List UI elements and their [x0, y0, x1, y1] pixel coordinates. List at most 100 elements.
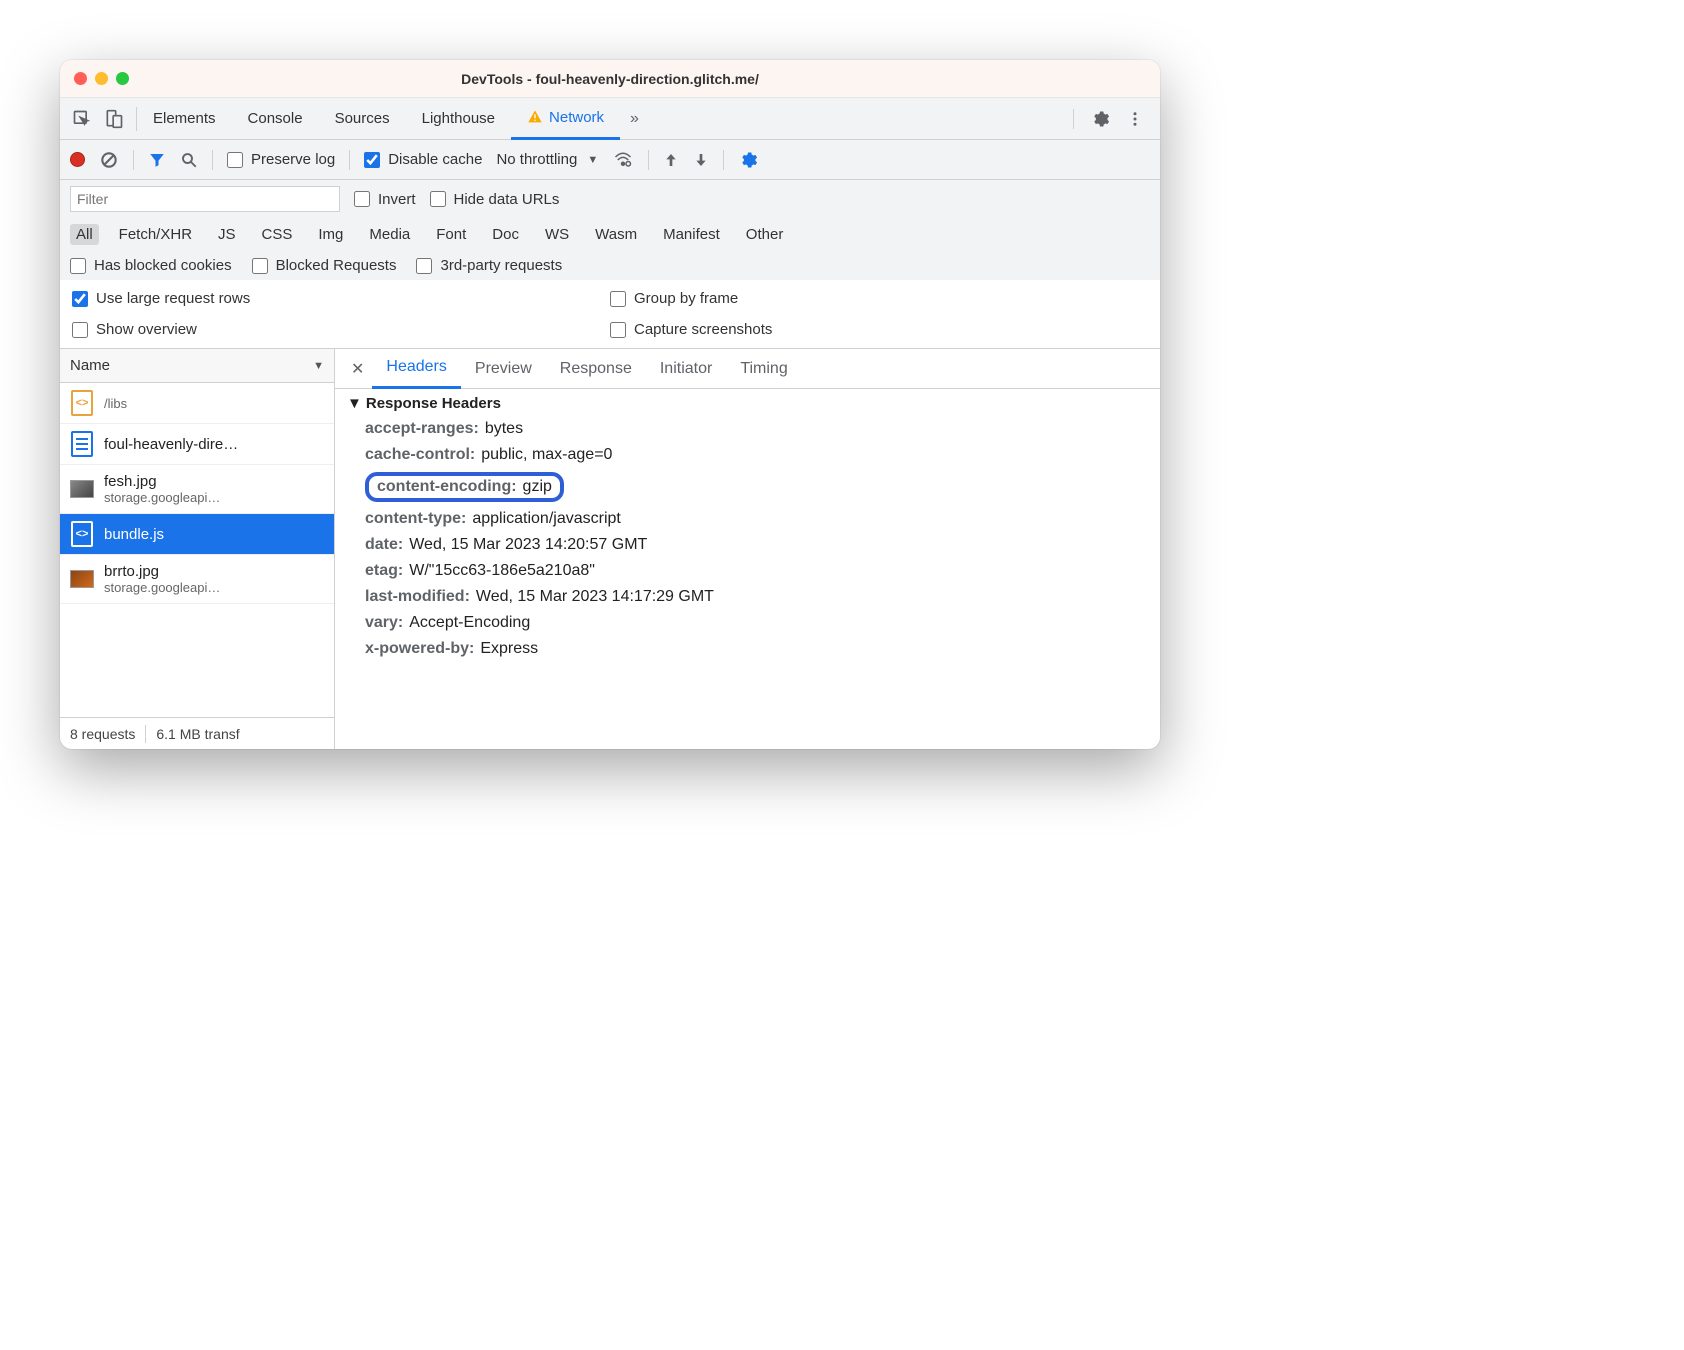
type-js[interactable]: JS [212, 224, 242, 245]
status-bar: 8 requests 6.1 MB transf [60, 717, 334, 749]
third-party-checkbox[interactable]: 3rd-party requests [416, 257, 562, 274]
tab-network[interactable]: Network [511, 98, 620, 140]
header-line: date: Wed, 15 Mar 2023 14:20:57 GMT [365, 536, 1148, 554]
type-css[interactable]: CSS [256, 224, 299, 245]
header-value: Express [480, 640, 538, 658]
tab-timing[interactable]: Timing [726, 349, 801, 389]
show-overview-checkbox[interactable]: Show overview [72, 321, 610, 338]
type-ws[interactable]: WS [539, 224, 575, 245]
hide-data-urls-label: Hide data URLs [454, 191, 560, 208]
more-tabs-button[interactable]: » [620, 110, 649, 128]
sort-indicator-icon: ▼ [313, 360, 324, 372]
tab-headers[interactable]: Headers [372, 349, 460, 389]
blocked-requests-label: Blocked Requests [276, 257, 397, 274]
request-row[interactable]: foul-heavenly-dire… [60, 424, 334, 465]
main-panel-tabs: Elements Console Sources Lighthouse Netw… [60, 98, 1160, 140]
throttling-select[interactable]: No throttling ▼ [496, 151, 598, 168]
network-settings-icon[interactable] [738, 150, 758, 170]
request-detail-pane: ✕ Headers Preview Response Initiator Tim… [335, 349, 1160, 749]
close-detail-button[interactable]: ✕ [343, 359, 372, 379]
name-column-header[interactable]: Name ▼ [60, 349, 334, 383]
header-value: Wed, 15 Mar 2023 14:20:57 GMT [409, 536, 647, 554]
request-sub: storage.googleapi… [104, 580, 220, 595]
disable-cache-label: Disable cache [388, 151, 482, 168]
tab-lighthouse[interactable]: Lighthouse [406, 98, 511, 140]
script-file-icon: <> [71, 521, 93, 547]
disable-cache-checkbox[interactable]: Disable cache [364, 151, 482, 168]
request-count: 8 requests [70, 726, 135, 742]
blocked-requests-checkbox[interactable]: Blocked Requests [252, 257, 397, 274]
header-line: last-modified: Wed, 15 Mar 2023 14:17:29 … [365, 588, 1148, 606]
type-fetchxhr[interactable]: Fetch/XHR [113, 224, 198, 245]
upload-har-icon[interactable] [663, 151, 679, 169]
device-toolbar-icon[interactable] [104, 109, 124, 129]
filter-input[interactable] [70, 186, 340, 212]
request-sub: /libs [104, 396, 127, 411]
blocked-cookies-checkbox[interactable]: Has blocked cookies [70, 257, 232, 274]
throttling-label: No throttling [496, 151, 577, 168]
invert-checkbox[interactable]: Invert [354, 191, 416, 208]
type-doc[interactable]: Doc [486, 224, 525, 245]
kebab-menu-icon[interactable] [1126, 110, 1144, 128]
network-conditions-icon[interactable] [612, 151, 634, 169]
search-icon[interactable] [180, 151, 198, 169]
tab-initiator[interactable]: Initiator [646, 349, 726, 389]
clear-button-icon[interactable] [99, 150, 119, 170]
download-har-icon[interactable] [693, 151, 709, 169]
group-by-frame-checkbox[interactable]: Group by frame [610, 290, 1148, 307]
header-name: x-powered-by: [365, 640, 474, 658]
close-window-button[interactable] [74, 72, 87, 85]
filter-icon[interactable] [148, 151, 166, 169]
tab-console[interactable]: Console [232, 98, 319, 140]
request-name: bundle.js [104, 526, 164, 543]
request-row[interactable]: fesh.jpgstorage.googleapi… [60, 465, 334, 514]
header-value: Wed, 15 Mar 2023 14:17:29 GMT [476, 588, 714, 606]
resource-type-filters: All Fetch/XHR JS CSS Img Media Font Doc … [60, 218, 1160, 251]
header-name: content-type: [365, 510, 466, 528]
request-row[interactable]: <> /libs [60, 383, 334, 424]
tab-response[interactable]: Response [546, 349, 646, 389]
image-thumbnail-icon [70, 570, 94, 588]
tab-network-label: Network [549, 109, 604, 126]
transfer-size: 6.1 MB transf [156, 726, 239, 742]
tab-sources[interactable]: Sources [319, 98, 406, 140]
record-button[interactable] [70, 152, 85, 167]
large-rows-checkbox[interactable]: Use large request rows [72, 290, 610, 307]
preserve-log-checkbox[interactable]: Preserve log [227, 151, 335, 168]
disclosure-triangle-icon: ▼ [347, 395, 362, 412]
type-wasm[interactable]: Wasm [589, 224, 643, 245]
type-other[interactable]: Other [740, 224, 790, 245]
type-manifest[interactable]: Manifest [657, 224, 726, 245]
minimize-window-button[interactable] [95, 72, 108, 85]
warning-icon [527, 109, 543, 125]
request-row[interactable]: brrto.jpgstorage.googleapi… [60, 555, 334, 604]
header-line: accept-ranges:bytes [365, 420, 1148, 438]
section-header[interactable]: ▼ Response Headers [347, 395, 1148, 412]
response-headers-section: ▼ Response Headers accept-ranges:bytes c… [335, 389, 1160, 749]
header-name: last-modified: [365, 588, 470, 606]
request-name: fesh.jpg [104, 473, 220, 490]
section-title: Response Headers [366, 395, 501, 412]
header-value: application/javascript [472, 510, 621, 528]
show-overview-label: Show overview [96, 321, 197, 338]
tab-elements[interactable]: Elements [137, 98, 232, 140]
type-all[interactable]: All [70, 224, 99, 245]
inspect-element-icon[interactable] [72, 109, 92, 129]
request-row-selected[interactable]: <> bundle.js [60, 514, 334, 555]
settings-gear-icon[interactable] [1090, 109, 1110, 129]
tab-preview[interactable]: Preview [461, 349, 546, 389]
extra-filters: Has blocked cookies Blocked Requests 3rd… [60, 251, 1160, 280]
maximize-window-button[interactable] [116, 72, 129, 85]
separator [648, 150, 649, 170]
devtools-window: DevTools - foul-heavenly-direction.glitc… [60, 60, 1160, 749]
type-img[interactable]: Img [312, 224, 349, 245]
type-media[interactable]: Media [363, 224, 416, 245]
hide-data-urls-checkbox[interactable]: Hide data URLs [430, 191, 560, 208]
header-name: vary: [365, 614, 403, 632]
capture-screenshots-checkbox[interactable]: Capture screenshots [610, 321, 1148, 338]
header-name: date: [365, 536, 403, 554]
request-name: foul-heavenly-dire… [104, 436, 238, 453]
chevron-down-icon: ▼ [587, 154, 598, 166]
type-font[interactable]: Font [430, 224, 472, 245]
separator [212, 150, 213, 170]
